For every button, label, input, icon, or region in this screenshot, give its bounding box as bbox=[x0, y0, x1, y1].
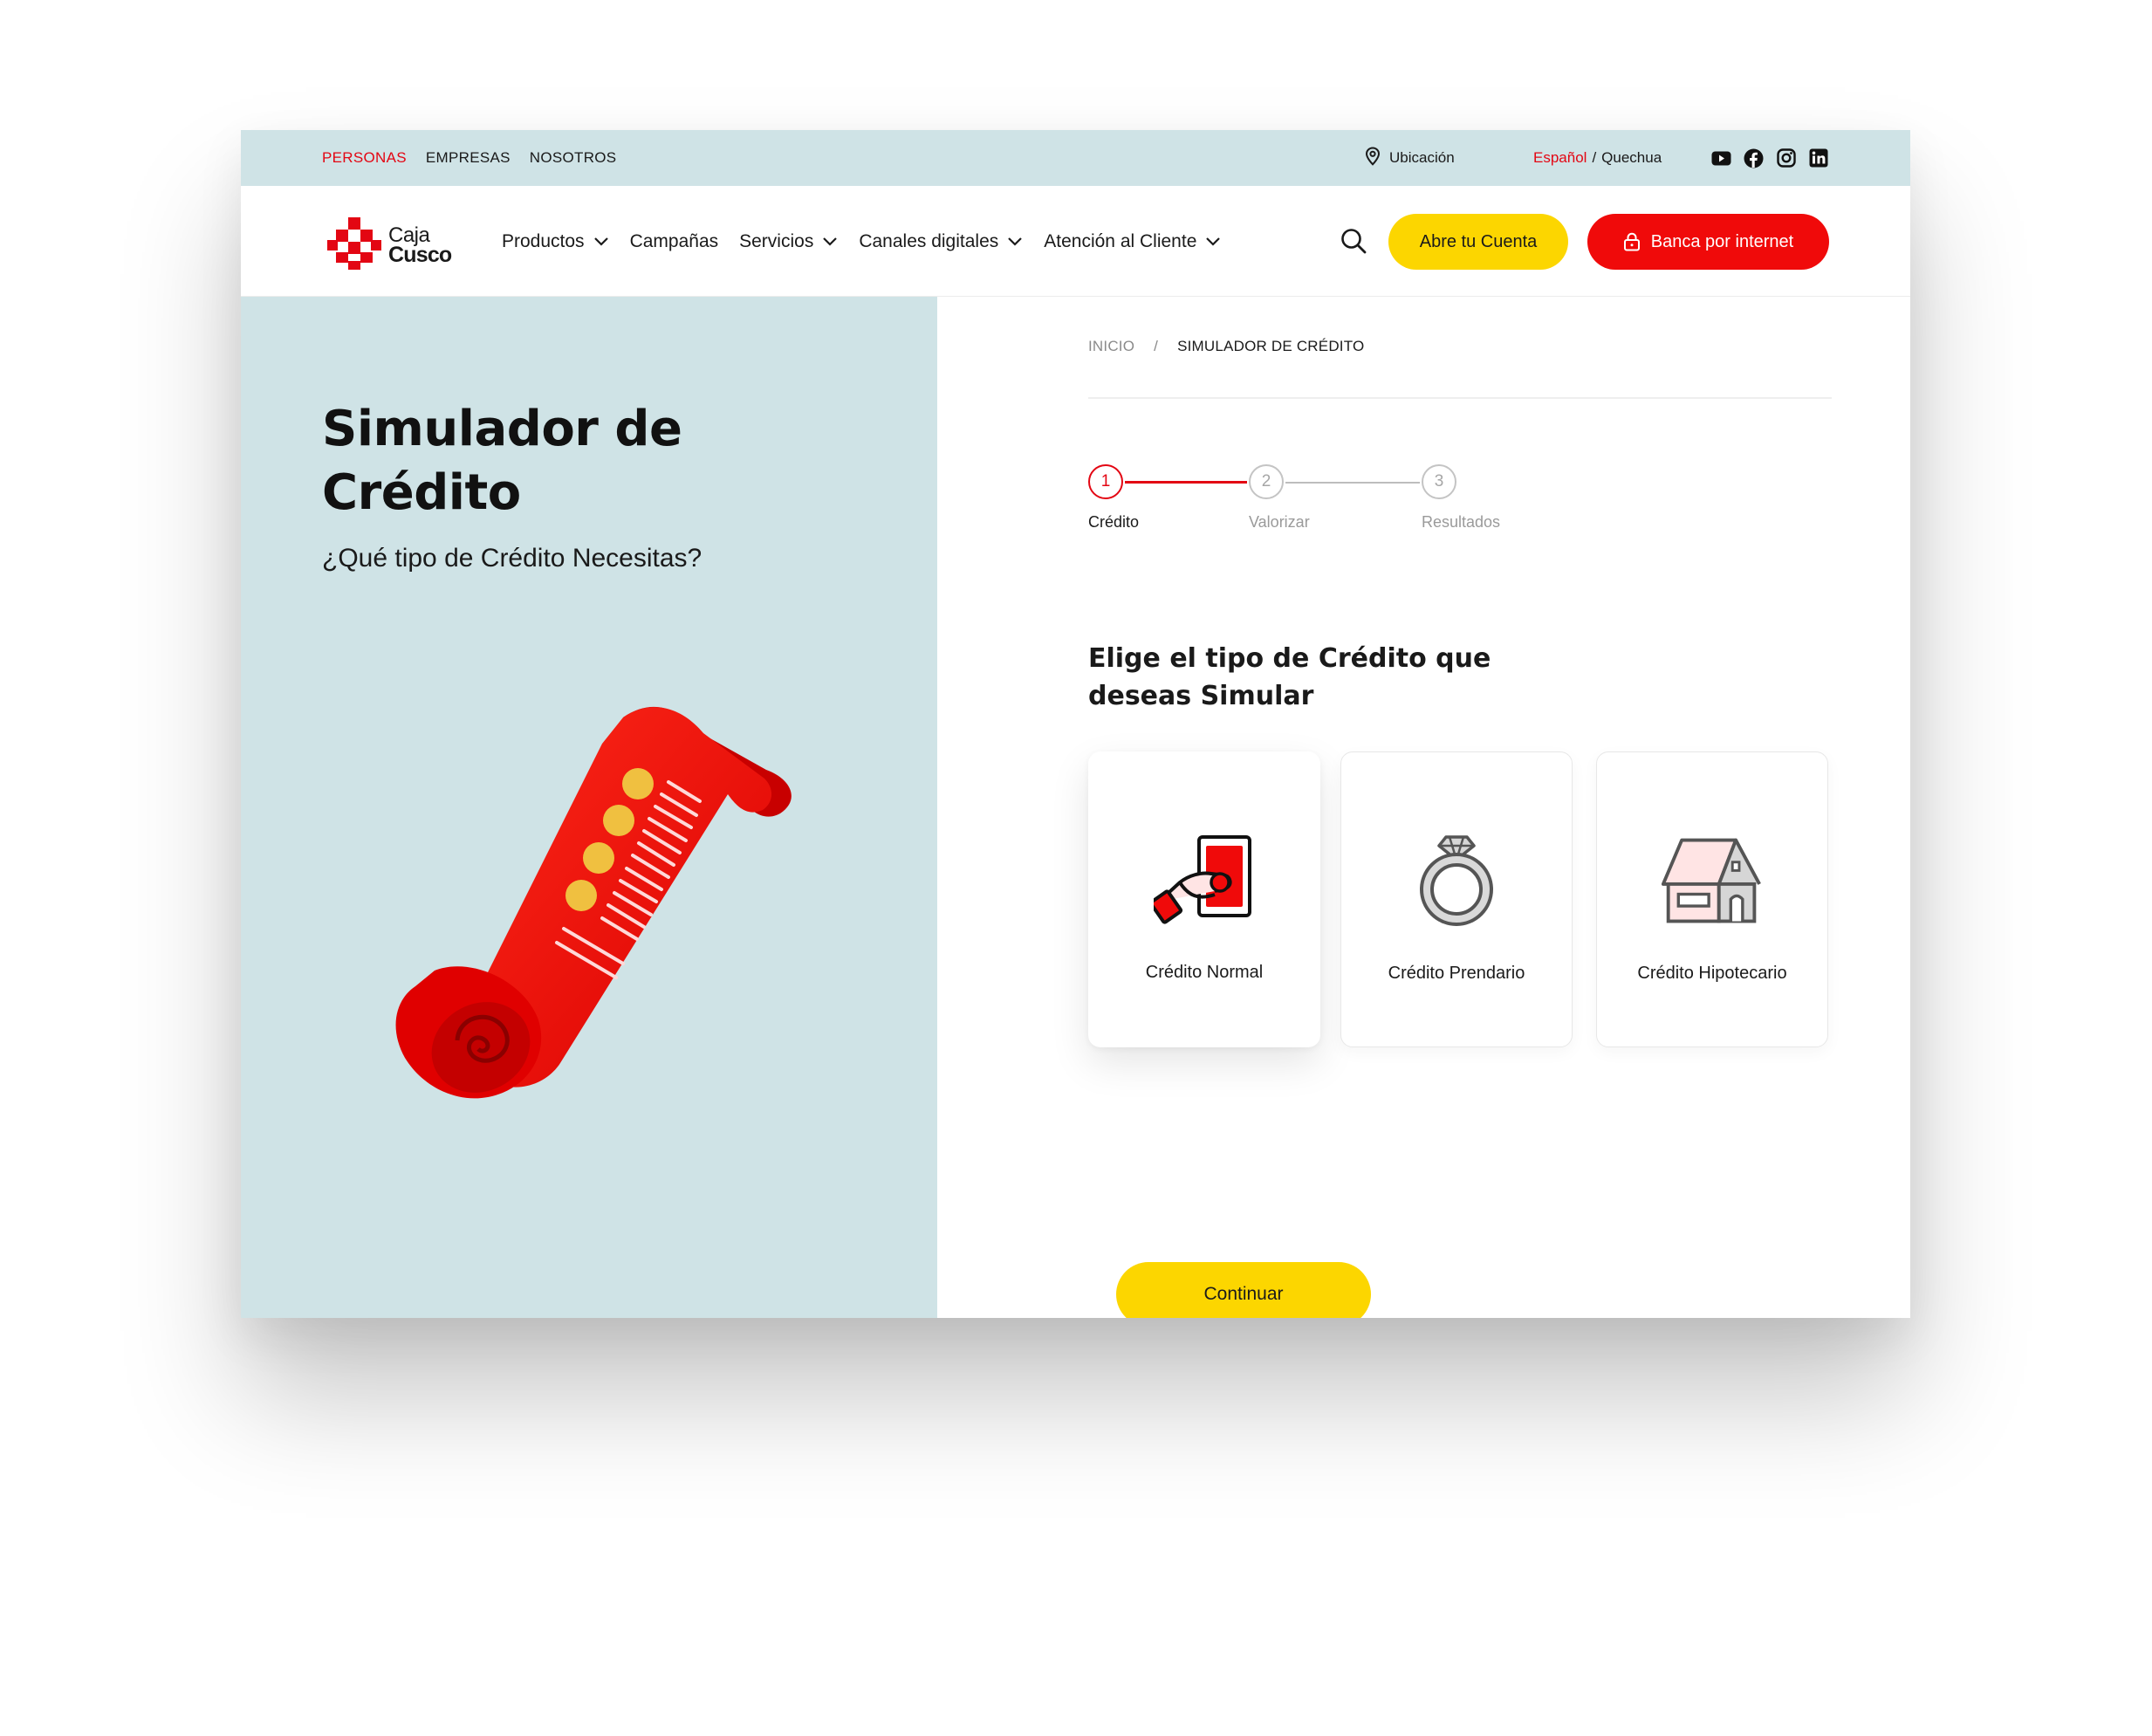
map-pin-icon bbox=[1365, 146, 1381, 170]
step-connector-1 bbox=[1125, 481, 1247, 484]
segment-empresas[interactable]: EMPRESAS bbox=[426, 149, 511, 167]
linkedin-icon[interactable] bbox=[1808, 148, 1828, 168]
breadcrumb-separator: / bbox=[1154, 338, 1159, 354]
segment-nosotros[interactable]: NOSOTROS bbox=[530, 149, 617, 167]
option-credito-hipotecario[interactable]: Crédito Hipotecario bbox=[1596, 751, 1828, 1047]
breadcrumb-current: SIMULADOR DE CRÉDITO bbox=[1177, 338, 1365, 354]
youtube-icon[interactable] bbox=[1711, 148, 1731, 168]
simulator-content: INICIO / SIMULADOR DE CRÉDITO 1 2 3 Créd… bbox=[937, 297, 1910, 1318]
page-title: Simulador de Crédito bbox=[322, 401, 682, 521]
instagram-icon[interactable] bbox=[1776, 148, 1796, 168]
logo-checker-icon bbox=[327, 216, 381, 274]
option-label: Crédito Hipotecario bbox=[1637, 964, 1787, 983]
logo-wordmark: Caja Cusco bbox=[388, 224, 452, 267]
language-quechua[interactable]: Quechua bbox=[1601, 149, 1662, 167]
internet-banking-label: Banca por internet bbox=[1650, 231, 1794, 251]
option-credito-normal[interactable]: Crédito Normal bbox=[1088, 751, 1320, 1047]
location-link[interactable]: Ubicación bbox=[1365, 130, 1455, 186]
step-1-label: Crédito bbox=[1088, 513, 1140, 531]
language-espanol[interactable]: Español bbox=[1533, 149, 1587, 167]
breadcrumb-divider bbox=[1088, 397, 1832, 399]
option-credito-prendario[interactable]: Crédito Prendario bbox=[1340, 751, 1573, 1047]
option-label: Crédito Normal bbox=[1145, 963, 1264, 982]
nav-label: Productos bbox=[502, 230, 585, 251]
breadcrumb-home[interactable]: INICIO bbox=[1088, 338, 1134, 355]
browser-page: PERSONAS EMPRESAS NOSOTROS Ubicación Esp… bbox=[241, 130, 1910, 1318]
stepper: 1 2 3 Crédito Valorizar Resultados bbox=[1088, 464, 1525, 543]
option-label: Crédito Prendario bbox=[1388, 964, 1525, 983]
chevron-down-icon bbox=[1008, 237, 1023, 246]
credit-scroll-illustration bbox=[395, 706, 792, 1099]
step-3-indicator: 3 bbox=[1422, 464, 1456, 499]
hand-card-icon bbox=[1152, 828, 1257, 933]
location-label: Ubicación bbox=[1389, 149, 1455, 166]
page-subtitle: ¿Qué tipo de Crédito Necesitas? bbox=[322, 544, 702, 573]
utility-bar: PERSONAS EMPRESAS NOSOTROS Ubicación Esp… bbox=[241, 130, 1910, 186]
nav-label: Servicios bbox=[739, 230, 814, 251]
step-2-label: Valorizar bbox=[1249, 513, 1310, 531]
nav-canales-digitales[interactable]: Canales digitales bbox=[859, 231, 1023, 252]
breadcrumb: INICIO / SIMULADOR DE CRÉDITO bbox=[1088, 338, 1364, 355]
logo-line-cusco: Cusco bbox=[388, 242, 452, 267]
chevron-down-icon bbox=[1206, 237, 1221, 246]
house-icon bbox=[1660, 829, 1765, 934]
nav-productos[interactable]: Productos bbox=[502, 231, 609, 252]
main-header: Caja Cusco Productos Campañas Servicios … bbox=[241, 186, 1910, 297]
search-icon[interactable] bbox=[1340, 227, 1367, 255]
language-switch: Español / Quechua bbox=[1533, 130, 1662, 186]
step-3-label: Resultados bbox=[1422, 513, 1501, 531]
nav-servicios[interactable]: Servicios bbox=[739, 231, 838, 252]
step-1-indicator: 1 bbox=[1088, 464, 1123, 499]
open-account-button[interactable]: Abre tu Cuenta bbox=[1388, 214, 1568, 270]
nav-label: Campañas bbox=[629, 230, 719, 251]
internet-banking-button[interactable]: Banca por internet bbox=[1587, 214, 1829, 270]
nav-label: Atención al Cliente bbox=[1044, 230, 1197, 251]
chevron-down-icon bbox=[823, 237, 838, 246]
ring-icon bbox=[1404, 829, 1509, 934]
continue-button[interactable]: Continuar bbox=[1116, 1262, 1371, 1318]
nav-label: Canales digitales bbox=[859, 230, 999, 251]
credit-type-question: Elige el tipo de Crédito que deseas Simu… bbox=[1088, 643, 1491, 711]
segment-personas[interactable]: PERSONAS bbox=[322, 149, 407, 167]
nav-campanas[interactable]: Campañas bbox=[630, 231, 719, 252]
social-links bbox=[1711, 130, 1828, 186]
chevron-down-icon bbox=[593, 237, 608, 246]
step-connector-2 bbox=[1285, 482, 1420, 484]
hero-panel: Simulador de Crédito ¿Qué tipo de Crédit… bbox=[241, 297, 937, 1318]
facebook-icon[interactable] bbox=[1744, 148, 1764, 168]
caja-cusco-logo[interactable]: Caja Cusco bbox=[327, 216, 452, 274]
lock-icon bbox=[1623, 232, 1640, 251]
main-nav: Productos Campañas Servicios Canales dig… bbox=[502, 186, 1242, 297]
language-separator: / bbox=[1592, 149, 1597, 166]
nav-atencion-cliente[interactable]: Atención al Cliente bbox=[1044, 231, 1221, 252]
segment-nav: PERSONAS EMPRESAS NOSOTROS bbox=[322, 130, 616, 186]
step-2-indicator: 2 bbox=[1249, 464, 1284, 499]
